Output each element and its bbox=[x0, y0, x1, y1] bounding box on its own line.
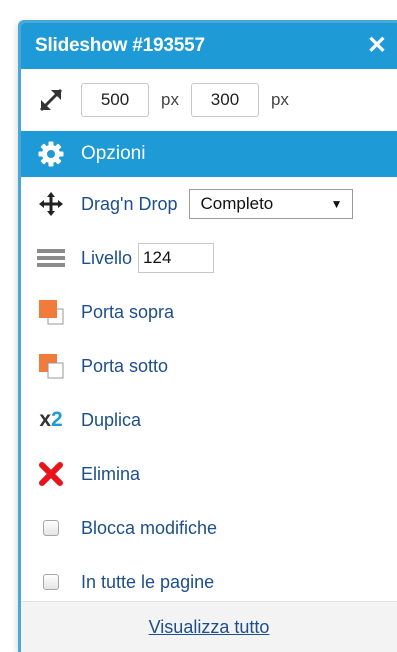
level-row: Livello 124 bbox=[21, 231, 397, 285]
all-pages-checkbox-wrap bbox=[33, 566, 69, 598]
height-input[interactable]: 300 bbox=[190, 83, 259, 117]
drag-drop-row: Drag'n Drop Completo ▼ bbox=[21, 177, 397, 231]
panel-title: Slideshow #193557 bbox=[35, 35, 205, 56]
resize-icon[interactable] bbox=[33, 84, 69, 116]
layers-icon bbox=[33, 242, 69, 274]
delete-icon bbox=[33, 458, 69, 490]
lock-edits-row: Blocca modifiche bbox=[21, 501, 397, 555]
drag-drop-label: Drag'n Drop bbox=[81, 193, 178, 214]
level-label: Livello bbox=[81, 247, 133, 268]
bring-front-label: Porta sopra bbox=[81, 301, 175, 322]
footer: Visualizza tutto bbox=[21, 601, 397, 652]
width-unit: px bbox=[161, 90, 179, 109]
duplicate-label: Duplica bbox=[81, 409, 142, 430]
lock-edits-checkbox[interactable] bbox=[43, 520, 59, 536]
drag-drop-select[interactable]: Completo ▼ bbox=[189, 189, 354, 219]
delete-item[interactable]: Elimina bbox=[21, 447, 397, 501]
duplicate-item[interactable]: x2 Duplica bbox=[21, 393, 397, 447]
send-back-label: Porta sotto bbox=[81, 355, 169, 376]
delete-label: Elimina bbox=[81, 463, 141, 484]
size-row: 500 px 300 px bbox=[21, 69, 397, 131]
lock-edits-checkbox-wrap bbox=[33, 512, 69, 544]
view-all-link[interactable]: Visualizza tutto bbox=[149, 617, 270, 638]
bring-front-icon bbox=[33, 296, 69, 328]
duplicate-icon: x2 bbox=[33, 404, 69, 436]
level-input[interactable]: 124 bbox=[138, 243, 215, 273]
send-back-item[interactable]: Porta sotto bbox=[21, 339, 397, 393]
send-back-icon bbox=[33, 350, 69, 382]
height-unit: px bbox=[270, 90, 289, 109]
dropdown-arrow-icon: ▼ bbox=[330, 197, 343, 211]
duplicate-icon-2: 2 bbox=[51, 408, 63, 431]
move-icon bbox=[33, 188, 69, 220]
close-icon[interactable]: ✕ bbox=[367, 34, 387, 58]
slideshow-panel: Slideshow #193557 ✕ 500 px 300 px Opzion… bbox=[18, 20, 397, 652]
all-pages-label: In tutte le pagine bbox=[81, 571, 215, 592]
options-header[interactable]: Opzioni bbox=[21, 131, 397, 177]
gear-icon bbox=[33, 138, 69, 170]
drag-drop-value: Completo bbox=[200, 194, 274, 213]
width-input[interactable]: 500 bbox=[81, 83, 149, 117]
lock-edits-label: Blocca modifiche bbox=[81, 517, 218, 538]
bring-front-item[interactable]: Porta sopra bbox=[21, 285, 397, 339]
duplicate-icon-x: x bbox=[39, 408, 51, 431]
options-label: Opzioni bbox=[81, 143, 146, 164]
all-pages-checkbox[interactable] bbox=[43, 574, 59, 590]
title-bar: Slideshow #193557 ✕ bbox=[21, 23, 397, 69]
